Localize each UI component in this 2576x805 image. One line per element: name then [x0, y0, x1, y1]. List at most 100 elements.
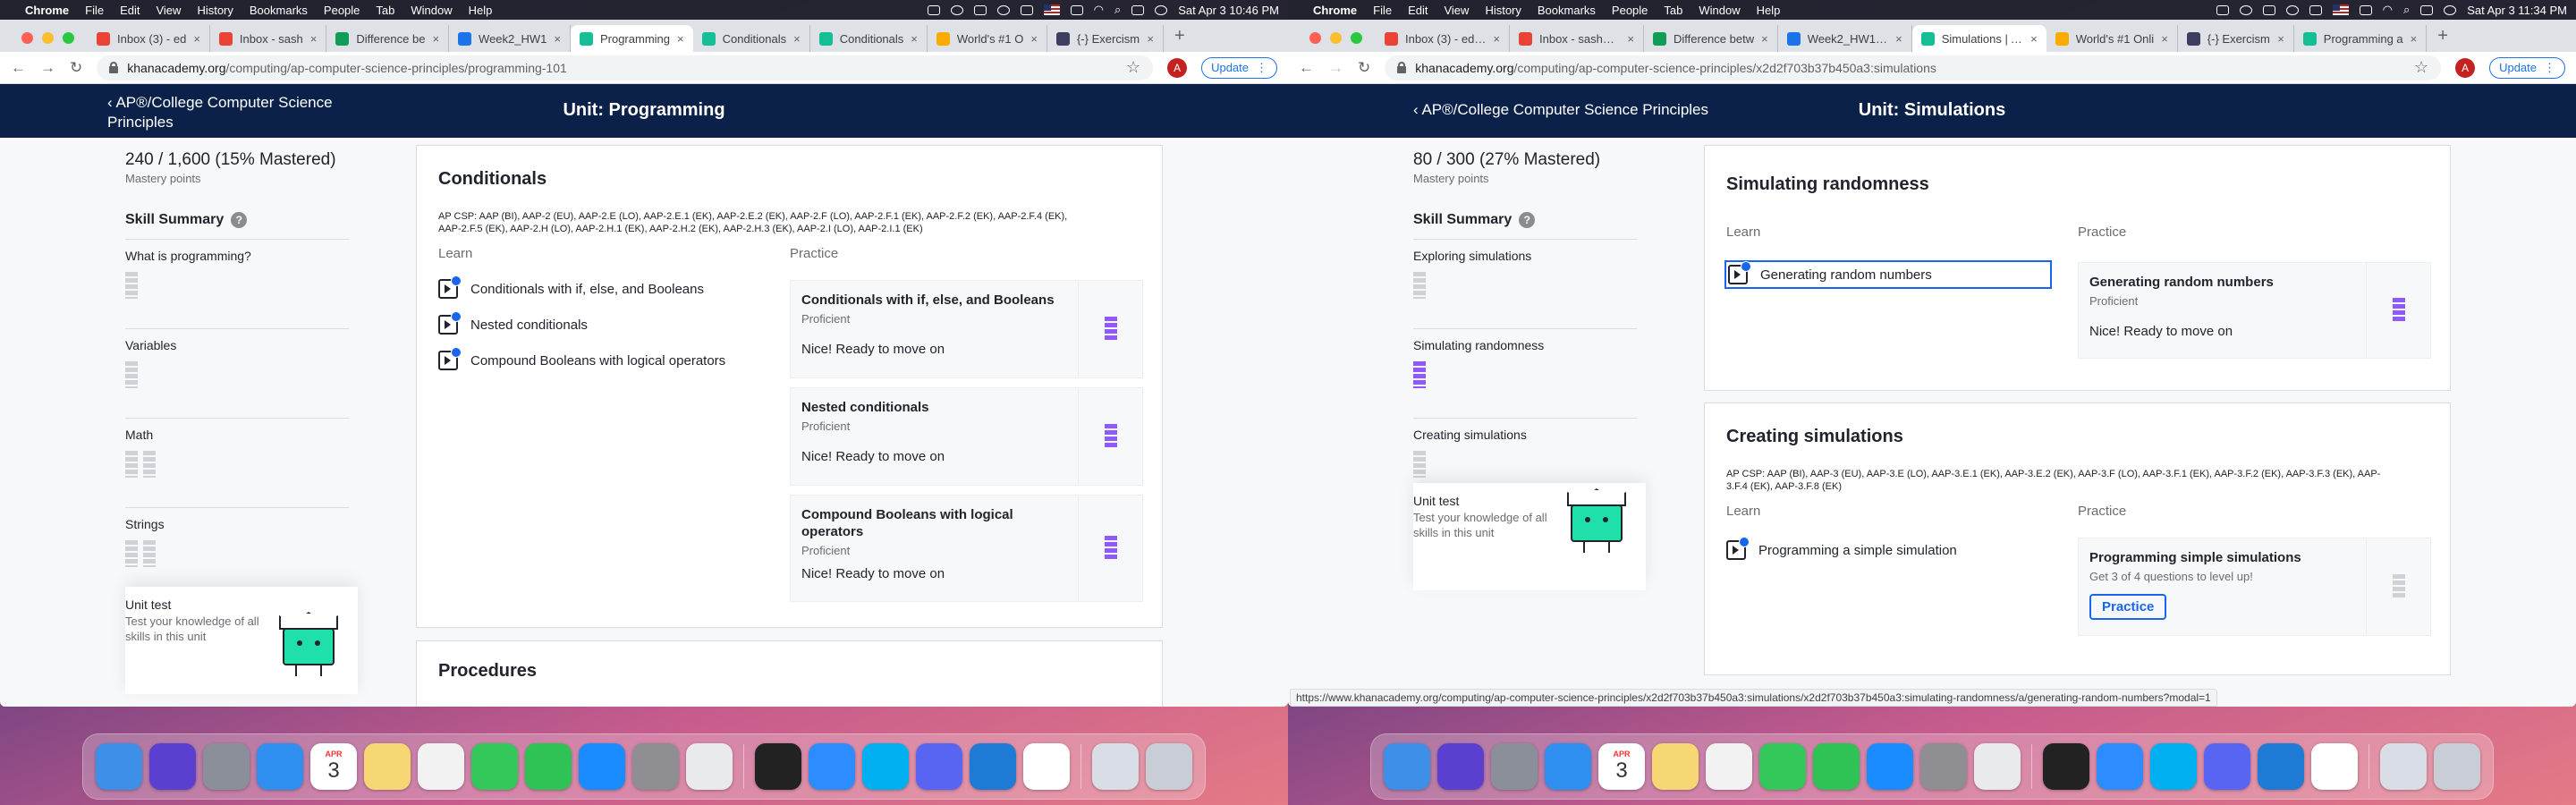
browser-tab[interactable]: {-} Exercism ×: [2178, 25, 2294, 52]
menu-file[interactable]: File: [85, 4, 104, 17]
zoom-icon[interactable]: [2097, 743, 2143, 790]
status-app-icon[interactable]: [2262, 4, 2275, 15]
minimize-window-icon[interactable]: [42, 32, 54, 44]
menu-tab[interactable]: Tab: [1664, 4, 1682, 17]
siri-icon[interactable]: [1437, 743, 1484, 790]
browser-tab[interactable]: Conditionals ×: [693, 25, 810, 52]
status-app-icon[interactable]: [2239, 4, 2252, 15]
browser-tab[interactable]: Inbox - sasha@ ×: [1510, 25, 1644, 52]
mastery-bar-icon[interactable]: [1413, 272, 1426, 299]
menu-edit[interactable]: Edit: [120, 4, 140, 17]
forward-icon[interactable]: →: [40, 59, 55, 77]
practice-card[interactable]: Conditionals with if, else, and Booleans…: [790, 280, 1143, 378]
browser-tab[interactable]: Programming a ×: [2294, 25, 2428, 52]
tab-close-icon[interactable]: ×: [1030, 32, 1038, 46]
browser-tab[interactable]: Programming ×: [570, 25, 693, 52]
browser-tab[interactable]: Inbox - sash ×: [210, 25, 327, 52]
help-icon[interactable]: ?: [1519, 212, 1536, 228]
finder-icon[interactable]: [96, 743, 142, 790]
browser-tab[interactable]: Conditionals ×: [810, 25, 928, 52]
skype-icon[interactable]: [2150, 743, 2197, 790]
skill-item[interactable]: Simulating randomness: [1413, 328, 1637, 407]
terminal-icon[interactable]: [755, 743, 801, 790]
reload-icon[interactable]: ↻: [70, 59, 82, 77]
safari-icon[interactable]: [257, 743, 303, 790]
menu-bookmarks[interactable]: Bookmarks: [1538, 4, 1596, 17]
new-tab-button[interactable]: +: [1164, 26, 1185, 52]
bookmark-star-icon[interactable]: ☆: [1126, 58, 1140, 77]
battery-icon[interactable]: [1070, 4, 1083, 15]
status-app-icon[interactable]: [2309, 4, 2322, 15]
browser-tab[interactable]: Week2_HW1 ×: [449, 25, 571, 52]
mastery-bar-icon[interactable]: [143, 451, 156, 478]
skill-item[interactable]: What is programming?: [125, 239, 349, 318]
unit-test-card[interactable]: Unit test Test your knowledge of all ski…: [125, 587, 358, 694]
tab-close-icon[interactable]: ×: [2161, 32, 2168, 46]
messages-icon[interactable]: [471, 743, 518, 790]
skill-item[interactable]: Strings: [125, 507, 349, 586]
tab-close-icon[interactable]: ×: [1895, 32, 1902, 46]
calendar-icon[interactable]: APR 3: [1598, 743, 1645, 790]
search-icon[interactable]: ⌕: [1114, 3, 1121, 17]
back-icon[interactable]: ←: [11, 59, 26, 77]
siri-icon[interactable]: [2444, 4, 2457, 15]
address-bar[interactable]: khanacademy.org/computing/ap-computer-sc…: [1385, 55, 2442, 80]
status-app-icon[interactable]: [2216, 4, 2229, 15]
launchpad-icon[interactable]: [203, 743, 250, 790]
clock[interactable]: Sat Apr 3 10:46 PM: [1178, 4, 1279, 17]
minimize-window-icon[interactable]: [1330, 32, 1342, 44]
terminal-icon[interactable]: [2043, 743, 2089, 790]
menu-window[interactable]: Window: [1699, 4, 1740, 17]
practice-card[interactable]: Generating random numbers Proficient Nice!…: [2078, 262, 2431, 359]
skype-status-icon[interactable]: [2285, 4, 2299, 15]
mastery-bar-icon[interactable]: [125, 540, 138, 567]
browser-tab[interactable]: Difference be ×: [326, 25, 450, 52]
tab-close-icon[interactable]: ×: [1147, 32, 1154, 46]
close-window-icon[interactable]: [1309, 32, 1321, 44]
menu-file[interactable]: File: [1373, 4, 1392, 17]
profile-avatar[interactable]: A: [2455, 57, 2476, 78]
status-app-icon[interactable]: [973, 4, 987, 15]
tab-close-icon[interactable]: ×: [2277, 32, 2284, 46]
menu-bookmarks[interactable]: Bookmarks: [250, 4, 308, 17]
preview-icon[interactable]: [1092, 743, 1139, 790]
browser-tab[interactable]: Inbox (3) - edny ×: [1376, 25, 1510, 52]
search-icon[interactable]: ⌕: [2403, 3, 2410, 17]
menu-history[interactable]: History: [197, 4, 233, 17]
mastery-bar-icon[interactable]: [125, 272, 138, 299]
practice-card[interactable]: Compound Booleans with logical operators…: [790, 495, 1143, 602]
browser-tab[interactable]: World's #1 Onli ×: [2046, 25, 2178, 52]
zoom-window-icon[interactable]: [63, 32, 74, 44]
tab-close-icon[interactable]: ×: [310, 32, 318, 46]
reminders-icon[interactable]: [418, 743, 464, 790]
browser-tab[interactable]: Week2_HW1_Co ×: [1778, 25, 1912, 52]
discord-icon[interactable]: [2204, 743, 2250, 790]
wifi-icon[interactable]: ◠: [1094, 3, 1104, 17]
mastery-bar-icon[interactable]: [1413, 451, 1426, 478]
system-preferences-icon[interactable]: [632, 743, 679, 790]
menu-edit[interactable]: Edit: [1408, 4, 1428, 17]
siri-icon[interactable]: [149, 743, 196, 790]
menu-history[interactable]: History: [1485, 4, 1521, 17]
app-store-icon[interactable]: [1867, 743, 1913, 790]
browser-tab[interactable]: World's #1 O ×: [928, 25, 1047, 52]
status-app-icon[interactable]: [927, 4, 940, 15]
control-center-icon[interactable]: [1131, 4, 1145, 15]
discord-icon[interactable]: [916, 743, 962, 790]
reload-icon[interactable]: ↻: [1358, 59, 1370, 77]
back-icon[interactable]: ←: [1299, 59, 1314, 77]
bookmark-star-icon[interactable]: ☆: [2414, 58, 2428, 77]
menu-help[interactable]: Help: [1757, 4, 1781, 17]
skype-icon[interactable]: [862, 743, 909, 790]
wifi-icon[interactable]: ◠: [2383, 3, 2393, 17]
notes-icon[interactable]: [1652, 743, 1699, 790]
menu-view[interactable]: View: [156, 4, 181, 17]
address-bar[interactable]: khanacademy.org/computing/ap-computer-sc…: [97, 55, 1154, 80]
update-button[interactable]: Update ⋮: [1201, 56, 1277, 79]
clock[interactable]: Sat Apr 3 11:34 PM: [2467, 4, 2567, 17]
forward-icon[interactable]: →: [1328, 59, 1343, 77]
tab-close-icon[interactable]: ×: [2411, 32, 2418, 46]
learn-item[interactable]: Programming a simple simulation: [1726, 532, 1957, 568]
menu-app[interactable]: Chrome: [1313, 4, 1357, 17]
facetime-icon[interactable]: [525, 743, 572, 790]
